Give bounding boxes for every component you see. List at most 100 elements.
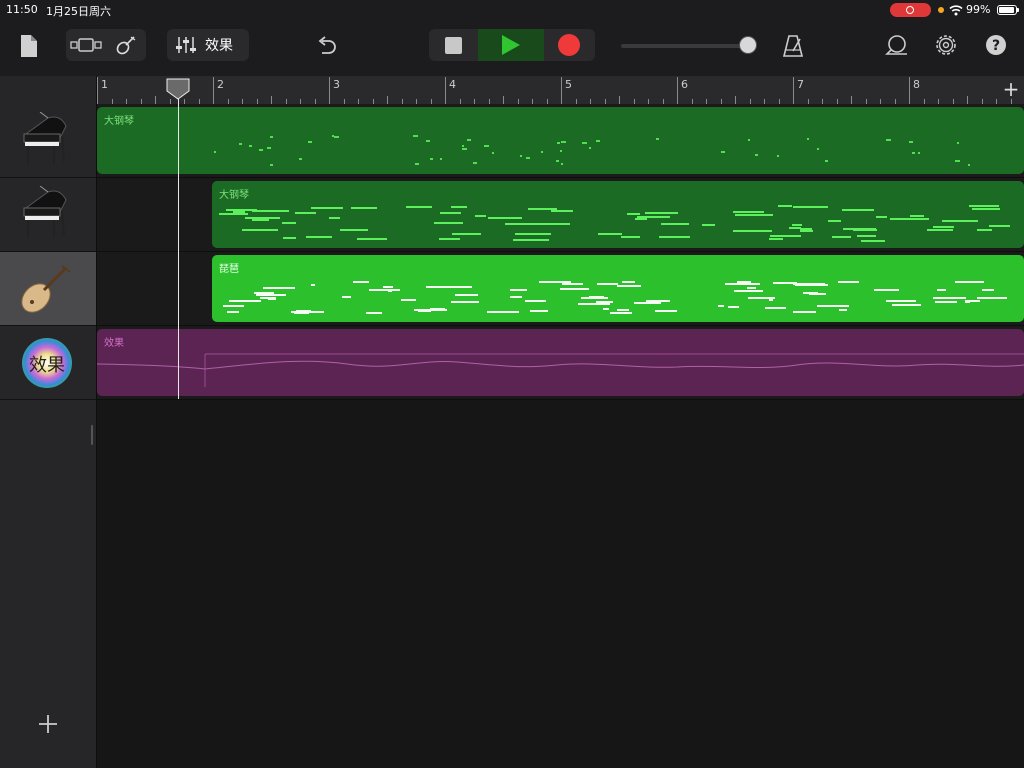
midi-note: [621, 236, 640, 238]
midi-note: [525, 300, 546, 302]
midi-note: [513, 239, 549, 241]
view-switch-group: [66, 29, 146, 61]
midi-note: [857, 235, 876, 237]
track-header-pipa[interactable]: [0, 252, 96, 326]
midi-note: [455, 294, 478, 296]
midi-note: [828, 220, 841, 222]
region-pipa[interactable]: 琵琶: [212, 255, 1024, 322]
midi-note: [839, 309, 847, 311]
midi-note: [510, 296, 522, 298]
document-icon: [21, 35, 37, 57]
midi-note: [510, 289, 527, 291]
bar-number: 2: [217, 78, 224, 91]
region-piano-1[interactable]: 大钢琴: [97, 107, 1024, 174]
midi-note: [242, 229, 278, 231]
undo-button[interactable]: [314, 34, 340, 58]
midi-note: [977, 229, 992, 231]
midi-note: [968, 164, 970, 166]
midi-note: [789, 227, 801, 229]
bar-number: 1: [101, 78, 108, 91]
midi-note: [603, 308, 609, 310]
midi-note: [910, 215, 924, 217]
midi-note: [440, 158, 442, 160]
region-label: 大钢琴: [219, 190, 249, 201]
mixer-button[interactable]: [167, 29, 205, 61]
grand-piano-icon: [23, 186, 67, 238]
midi-note: [802, 206, 828, 208]
timeline-ruler[interactable]: 1 2 3 4 5 6 7 8: [97, 76, 1024, 104]
midi-note: [955, 160, 960, 162]
midi-note: [488, 311, 496, 313]
midi-note: [937, 289, 946, 291]
midi-note: [252, 219, 269, 221]
midi-note: [610, 312, 632, 314]
midi-note: [401, 299, 416, 301]
midi-note: [927, 229, 953, 231]
midi-note: [765, 307, 786, 309]
midi-note: [282, 222, 296, 224]
midi-note: [617, 309, 629, 311]
screen-recording-icon[interactable]: [890, 3, 931, 17]
midi-note: [430, 308, 445, 310]
midi-note: [475, 215, 486, 217]
beat-tick: [271, 96, 272, 104]
my-songs-button[interactable]: [18, 33, 40, 59]
midi-note: [886, 139, 891, 141]
midi-note: [406, 206, 432, 208]
beat-tick: [851, 96, 852, 104]
header-resize-handle[interactable]: [91, 425, 93, 445]
beat-tick: [967, 96, 968, 104]
track-header-effects[interactable]: 效果: [0, 326, 96, 400]
midi-note: [357, 238, 387, 240]
status-date: 1月25日周六: [46, 5, 111, 18]
midi-note: [329, 217, 340, 219]
loop-browser-button[interactable]: [884, 33, 910, 59]
midi-note: [263, 287, 295, 289]
track-header-piano-2[interactable]: [0, 178, 96, 252]
add-section-button[interactable]: +: [1001, 78, 1021, 100]
pipa-icon: [21, 265, 71, 313]
midi-note: [898, 304, 919, 306]
settings-button[interactable]: [933, 32, 959, 58]
add-track-button[interactable]: [36, 712, 60, 736]
midi-note: [957, 142, 959, 144]
playhead-handle[interactable]: [166, 78, 190, 100]
midi-note: [451, 301, 479, 303]
midi-note: [533, 223, 570, 225]
midi-note: [366, 312, 382, 314]
midi-note: [596, 140, 600, 142]
midi-note: [351, 207, 377, 209]
lane-piano-2: 大钢琴: [97, 178, 1024, 252]
tracks-view-button[interactable]: [66, 29, 106, 61]
stop-button[interactable]: [429, 29, 478, 61]
master-volume-knob[interactable]: [739, 36, 757, 54]
play-button[interactable]: [478, 29, 544, 61]
midi-note: [825, 160, 828, 162]
battery-percent: 99%: [966, 3, 991, 16]
midi-note: [661, 223, 689, 225]
midi-note: [227, 311, 239, 313]
region-label: 大钢琴: [104, 116, 134, 127]
midi-note: [388, 290, 392, 292]
region-effects[interactable]: 效果: [97, 329, 1024, 396]
region-piano-2[interactable]: 大钢琴: [212, 181, 1024, 248]
midi-note: [622, 281, 635, 283]
midi-note: [955, 281, 984, 283]
master-volume-slider[interactable]: [621, 44, 751, 48]
help-button[interactable]: ?: [985, 34, 1007, 56]
midi-note: [589, 147, 591, 149]
midi-note: [492, 152, 494, 154]
track-header-piano-1[interactable]: [0, 104, 96, 178]
instrument-view-button[interactable]: [106, 29, 146, 61]
metronome-button[interactable]: [780, 33, 806, 59]
midi-note: [645, 212, 657, 214]
fx-button[interactable]: 效果: [205, 35, 233, 55]
midi-note: [440, 212, 461, 214]
midi-note: [515, 233, 551, 235]
midi-note: [655, 310, 677, 312]
midi-note: [792, 224, 802, 226]
midi-note: [969, 205, 999, 207]
midi-note: [560, 288, 589, 290]
record-button[interactable]: [544, 29, 595, 61]
midi-note: [890, 218, 929, 220]
